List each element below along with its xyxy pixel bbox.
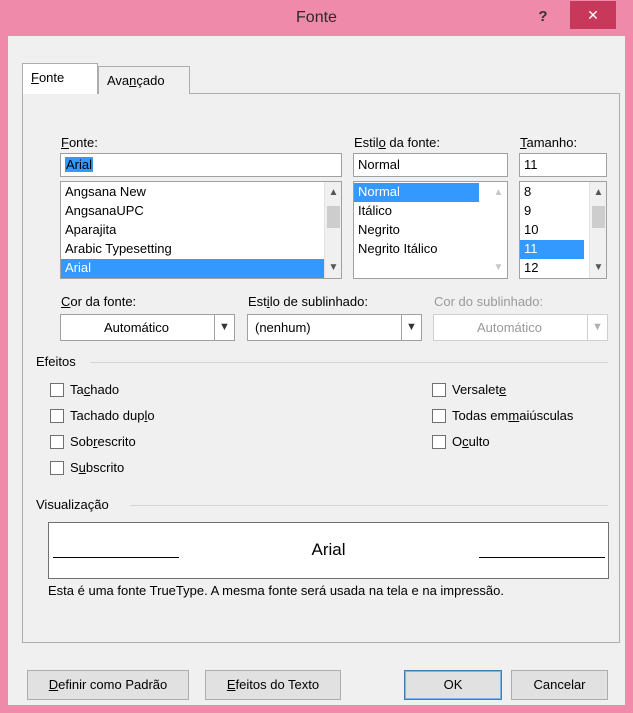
underline-style-value: (nenhum) [255,320,311,335]
font-color-value: Automático [103,320,170,335]
scroll-thumb[interactable] [592,206,605,228]
effects-divider [90,362,608,363]
checkbox-oculto[interactable]: Oc ulto [432,434,490,449]
font-list-scrollbar[interactable]: ▲ ▼ [324,182,341,278]
chevron-down-icon[interactable]: ▼ [587,315,607,340]
list-item[interactable]: Normal [354,183,479,202]
size-input[interactable]: 11 [519,153,607,177]
scroll-down-icon[interactable]: ▼ [490,259,507,276]
ok-button[interactable]: OK [404,670,502,700]
style-list-scrollbar[interactable]: ▲ ▼ [490,182,507,278]
style-list[interactable]: Normal Itálico Negrito Negrito Itálico ▲… [353,181,508,279]
cancel-button[interactable]: Cancelar [511,670,608,700]
checkbox-box[interactable] [50,434,64,449]
checkbox-box[interactable] [50,382,64,397]
size-label: Tamanho: [520,135,578,150]
list-item[interactable]: Negrito Itálico [354,240,507,259]
underline-color-value: Automático [476,320,543,335]
list-item[interactable]: Arial [61,259,324,278]
chevron-down-icon[interactable]: ▼ [401,315,421,340]
set-default-button[interactable]: Definir como Padrão [27,670,189,700]
list-item[interactable]: Angsana New [61,183,341,202]
window-frame-bottom [0,705,633,713]
scroll-up-icon[interactable]: ▲ [325,184,341,201]
list-item[interactable]: Aparajita [61,221,341,240]
list-item[interactable]: 11 [520,240,584,259]
preview-box: Arial [48,522,609,579]
help-icon[interactable]: ? [530,5,556,29]
style-input[interactable]: Normal [353,153,508,177]
checkbox-box[interactable] [50,408,64,423]
preview-divider [130,505,608,506]
checkbox-box[interactable] [432,382,446,397]
scroll-thumb[interactable] [327,206,340,228]
underline-color-select[interactable]: Automático ▼ [433,314,608,341]
font-color-label: Cor da fonte: [61,294,137,309]
title-bar[interactable]: Fonte ? ✕ [0,0,633,36]
font-dialog: Fonte ? ✕ Fonte Avançado Fonte: Arial An… [0,0,633,713]
font-label: Fonte: [61,135,98,150]
tab-fonte[interactable]: Fonte [22,63,98,94]
list-item[interactable]: AngsanaUPC [61,202,341,221]
tab-avancado[interactable]: Avançado [98,66,190,94]
checkbox-box[interactable] [432,434,446,449]
font-input-value: Arial [65,157,94,172]
effects-heading: Efeitos [36,354,76,369]
text-effects-button[interactable]: Efeitos do Texto [205,670,341,700]
underline-style-select[interactable]: (nenhum) ▼ [247,314,422,341]
font-input[interactable]: Arial [60,153,342,177]
size-list[interactable]: 8 9 10 11 12 ▲ ▼ [519,181,607,279]
list-item[interactable]: Arabic Typesetting [61,240,341,259]
style-input-value: Normal [358,157,400,172]
window-frame-left [0,36,8,713]
checkbox-sobrescrito[interactable]: Sob r escrito [50,434,136,449]
scroll-up-icon[interactable]: ▲ [490,184,507,201]
underline-style-label: Estilo de sublinhado: [248,294,368,309]
underline-color-label: Cor do sublinhado: [434,294,544,309]
checkbox-subscrito[interactable]: Su bscrito [50,460,124,475]
scroll-down-icon[interactable]: ▼ [325,259,341,276]
scroll-up-icon[interactable]: ▲ [590,184,606,201]
checkbox-tachado-duplo[interactable]: Tachado dup l o [50,408,155,423]
checkbox-versalete[interactable]: Versalet e [432,382,506,397]
close-icon[interactable]: ✕ [570,1,616,29]
font-list[interactable]: Angsana New AngsanaUPC Aparajita Arabic … [60,181,342,279]
style-label: Estilo da fonte: [354,135,441,150]
font-color-select[interactable]: Automático ▼ [60,314,235,341]
preview-note: Esta é uma fonte TrueType. A mesma fonte… [48,583,504,598]
chevron-down-icon[interactable]: ▼ [214,315,234,340]
window-frame-right [625,36,633,713]
preview-heading: Visualização [36,497,109,512]
checkbox-box[interactable] [432,408,446,423]
checkbox-tachado[interactable]: Ta c hado [50,382,119,397]
list-item[interactable]: Negrito [354,221,507,240]
size-input-value: 11 [524,157,538,172]
scroll-down-icon[interactable]: ▼ [590,259,606,276]
preview-baseline-right [479,557,605,558]
checkbox-box[interactable] [50,460,64,475]
size-list-scrollbar[interactable]: ▲ ▼ [589,182,606,278]
checkbox-todas-maiusculas[interactable]: Todas em m aiúsculas [432,408,573,423]
list-item[interactable]: Itálico [354,202,507,221]
